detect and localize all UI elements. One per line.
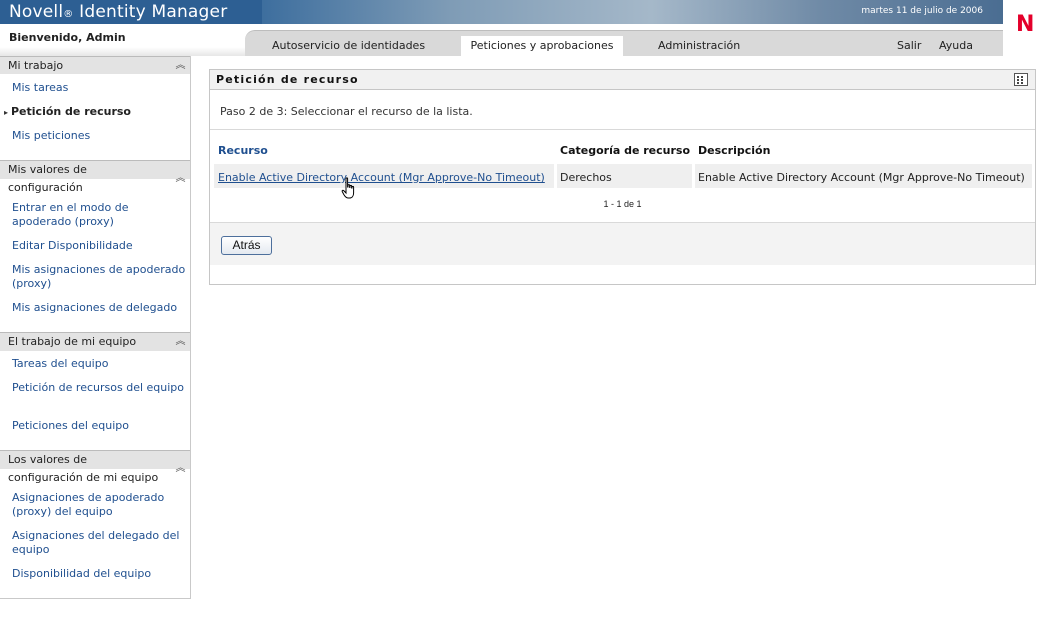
section-title: Mi trabajo: [8, 59, 64, 72]
sidebar-item-peticiones-equipo[interactable]: Peticiones del equipo: [12, 419, 188, 433]
panel-title: Petición de recurso: [216, 73, 359, 86]
column-header-recurso[interactable]: Recurso: [218, 144, 268, 157]
pagination-info: 1 - 1 de 1: [603, 199, 642, 209]
button-area: [210, 223, 1035, 265]
panel-header: Petición de recurso: [210, 70, 1035, 90]
welcome-text: Bienvenido, Admin: [9, 31, 126, 44]
sidebar-item-disponibilidad-equipo[interactable]: Disponibilidad del equipo: [12, 567, 188, 581]
sidebar-item-asignaciones-apoderado-equipo[interactable]: Asignaciones de apoderado (proxy) del eq…: [12, 491, 188, 519]
collapse-icon[interactable]: ︽: [175, 60, 186, 71]
collapse-icon[interactable]: ︽: [175, 463, 186, 474]
hand-cursor-icon: [341, 177, 355, 199]
cell-separator: [692, 164, 695, 188]
section-title-line2: configuración de mi equipo: [0, 469, 190, 487]
column-header-descripcion: Descripción: [698, 144, 771, 157]
app-name: Identity Manager: [79, 2, 228, 22]
column-header-categoria: Categoría de recurso: [560, 144, 691, 157]
section-title-line2: configuración: [0, 179, 190, 197]
sidebar-item-tareas-equipo[interactable]: Tareas del equipo: [12, 357, 188, 371]
section-title: El trabajo de mi equipo: [8, 335, 137, 348]
sidebar-section-valores-equipo[interactable]: Los valores de configuración de mi equip…: [0, 450, 190, 487]
tab-administracion[interactable]: Administración: [658, 39, 740, 52]
tab-peticiones[interactable]: Peticiones y aprobaciones: [461, 36, 623, 56]
current-item-bullet-icon: ▸: [4, 108, 9, 117]
step-instruction: Paso 2 de 3: Seleccionar el recurso de l…: [220, 105, 473, 118]
section-title-line1: Los valores de: [8, 453, 87, 466]
sidebar-section-mi-trabajo[interactable]: Mi trabajo ︽: [0, 56, 190, 74]
panel-menu-icon[interactable]: [1014, 73, 1028, 86]
collapse-icon[interactable]: ︽: [175, 336, 186, 347]
app-brand: Novell: [9, 2, 64, 22]
help-link[interactable]: Ayuda: [939, 39, 973, 52]
resource-description: Enable Active Directory Account (Mgr App…: [698, 171, 1025, 184]
sidebar-item-mis-asignaciones-apoderado[interactable]: Mis asignaciones de apoderado (proxy): [12, 263, 188, 291]
registered-mark: ®: [63, 9, 74, 20]
sidebar-item-modo-apoderado[interactable]: Entrar en el modo de apoderado (proxy): [12, 201, 188, 229]
sidebar-item-mis-tareas[interactable]: Mis tareas: [12, 81, 188, 95]
sidebar-item-mis-peticiones[interactable]: Mis peticiones: [12, 129, 188, 143]
current-date: martes 11 de julio de 2006: [861, 6, 983, 16]
cell-separator: [554, 164, 557, 188]
logout-link[interactable]: Salir: [897, 39, 921, 52]
section-title-line1: Mis valores de: [8, 163, 87, 176]
collapse-icon[interactable]: ︽: [175, 173, 186, 184]
sidebar-item-editar-disponibilidade[interactable]: Editar Disponibilidade: [12, 239, 188, 253]
sidebar-item-peticion-recurso[interactable]: Petición de recurso: [11, 105, 187, 119]
sidebar-item-peticion-recursos-equipo[interactable]: Petición de recursos del equipo: [12, 381, 188, 395]
sidebar-item-mis-asignaciones-delegado[interactable]: Mis asignaciones de delegado: [12, 301, 188, 315]
header-banner: Novell® Identity Manager martes 11 de ju…: [0, 0, 1003, 24]
sidebar-section-trabajo-equipo[interactable]: El trabajo de mi equipo ︽: [0, 332, 190, 351]
app-title: Novell® Identity Manager: [0, 0, 262, 24]
resource-category: Derechos: [560, 171, 612, 184]
tab-autoservicio[interactable]: Autoservicio de identidades: [272, 39, 425, 52]
back-button[interactable]: Atrás: [221, 236, 272, 255]
sidebar-item-asignaciones-delegado-equipo[interactable]: Asignaciones del delegado del equipo: [12, 529, 188, 557]
novell-logo-icon: N: [1016, 12, 1035, 37]
resource-request-panel: Petición de recurso Paso 2 de 3: Selecci…: [209, 69, 1036, 285]
welcome-shade: [0, 47, 245, 56]
sidebar-section-mis-valores[interactable]: Mis valores de configuración ︽: [0, 160, 190, 197]
resource-link[interactable]: Enable Active Directory Account (Mgr App…: [218, 171, 545, 184]
divider: [210, 129, 1035, 130]
sidebar: Mi trabajo ︽ Mis tareas ▸ Petición de re…: [0, 56, 191, 599]
